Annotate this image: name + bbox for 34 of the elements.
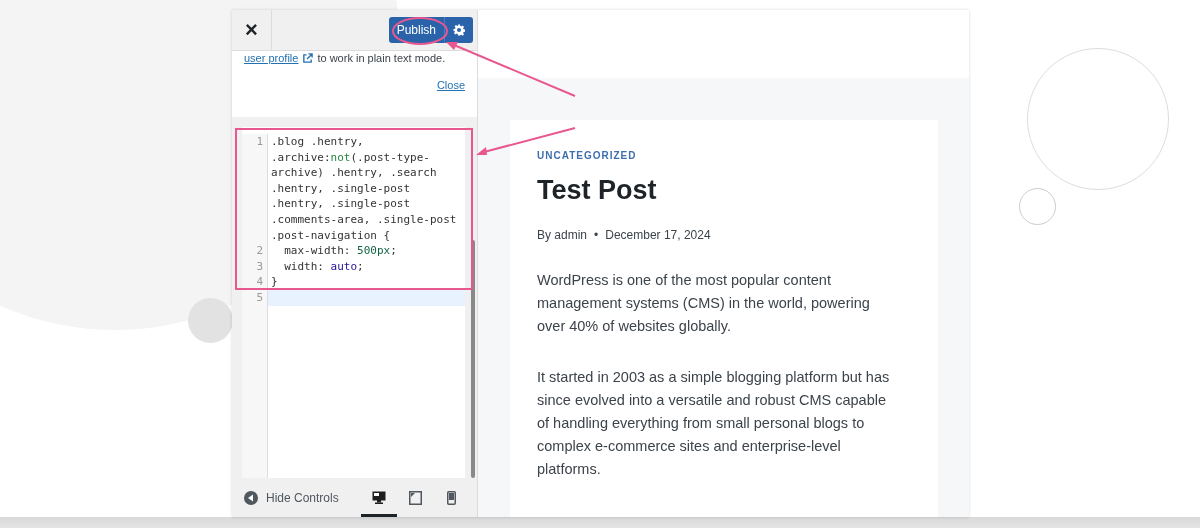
code-text: width: auto; xyxy=(283,258,364,275)
code-text: .hentry, .single-post xyxy=(271,196,411,212)
desktop-icon xyxy=(372,491,386,504)
code-text: .post-navigation { xyxy=(271,227,391,244)
post-date[interactable]: December 17, 2024 xyxy=(605,228,711,242)
hide-controls-button[interactable]: Hide Controls xyxy=(244,490,339,505)
settings-button[interactable] xyxy=(444,17,473,43)
code-text: } xyxy=(271,274,278,290)
line-number: 2 xyxy=(242,243,268,259)
code-text: .archive:not(.post-type- xyxy=(271,149,430,166)
code-text: .hentry, .single-post xyxy=(271,180,411,197)
scrollbar-thumb[interactable] xyxy=(471,240,476,478)
mobile-icon xyxy=(446,490,456,505)
annotation-ellipse xyxy=(392,17,448,45)
post-paragraph: It started in 2003 as a simple blogging platform but has since evolved into a versatile and robust CMS capable of handling everything from small personal blogs to complex e-commerce sites and enterprise-level platforms. xyxy=(537,368,891,479)
collapse-icon xyxy=(244,490,258,505)
meta-separator: • xyxy=(594,228,599,242)
profile-link[interactable]: user profile xyxy=(244,52,299,64)
post-title: Test Post xyxy=(537,175,658,206)
code-editor[interactable]: 1 .blog .hentry, .archive:not(.post-type- archive) .hentry, .search .hentry, .single-post .hentry, .single-post .comments-area, .single-post .post-navigation { 2 max-width: 500px; 3 width: auto; 4 } 5 xyxy=(242,127,466,478)
tablet-icon xyxy=(408,490,422,505)
post-author[interactable]: By admin xyxy=(537,228,588,242)
code-text: .blog .hentry, xyxy=(271,134,364,150)
notice-text: to work in plain text mode. xyxy=(317,52,446,64)
post-category[interactable]: UNCATEGORIZED xyxy=(537,150,911,161)
close-link[interactable]: Close xyxy=(436,79,465,91)
close-button[interactable]: × xyxy=(232,10,272,50)
code-text: max-width: 500px; xyxy=(283,243,397,259)
code-text: archive) .hentry, .search xyxy=(271,165,437,181)
external-link-icon xyxy=(302,52,314,64)
post-paragraph: WordPress is one of the most popular content management systems (CMS) in the world, powering over 40% of websites globally. xyxy=(537,271,871,336)
code-text: .comments-area, .single-post xyxy=(271,211,457,228)
settings-icon xyxy=(453,24,465,36)
line-number: 1 xyxy=(242,134,268,244)
